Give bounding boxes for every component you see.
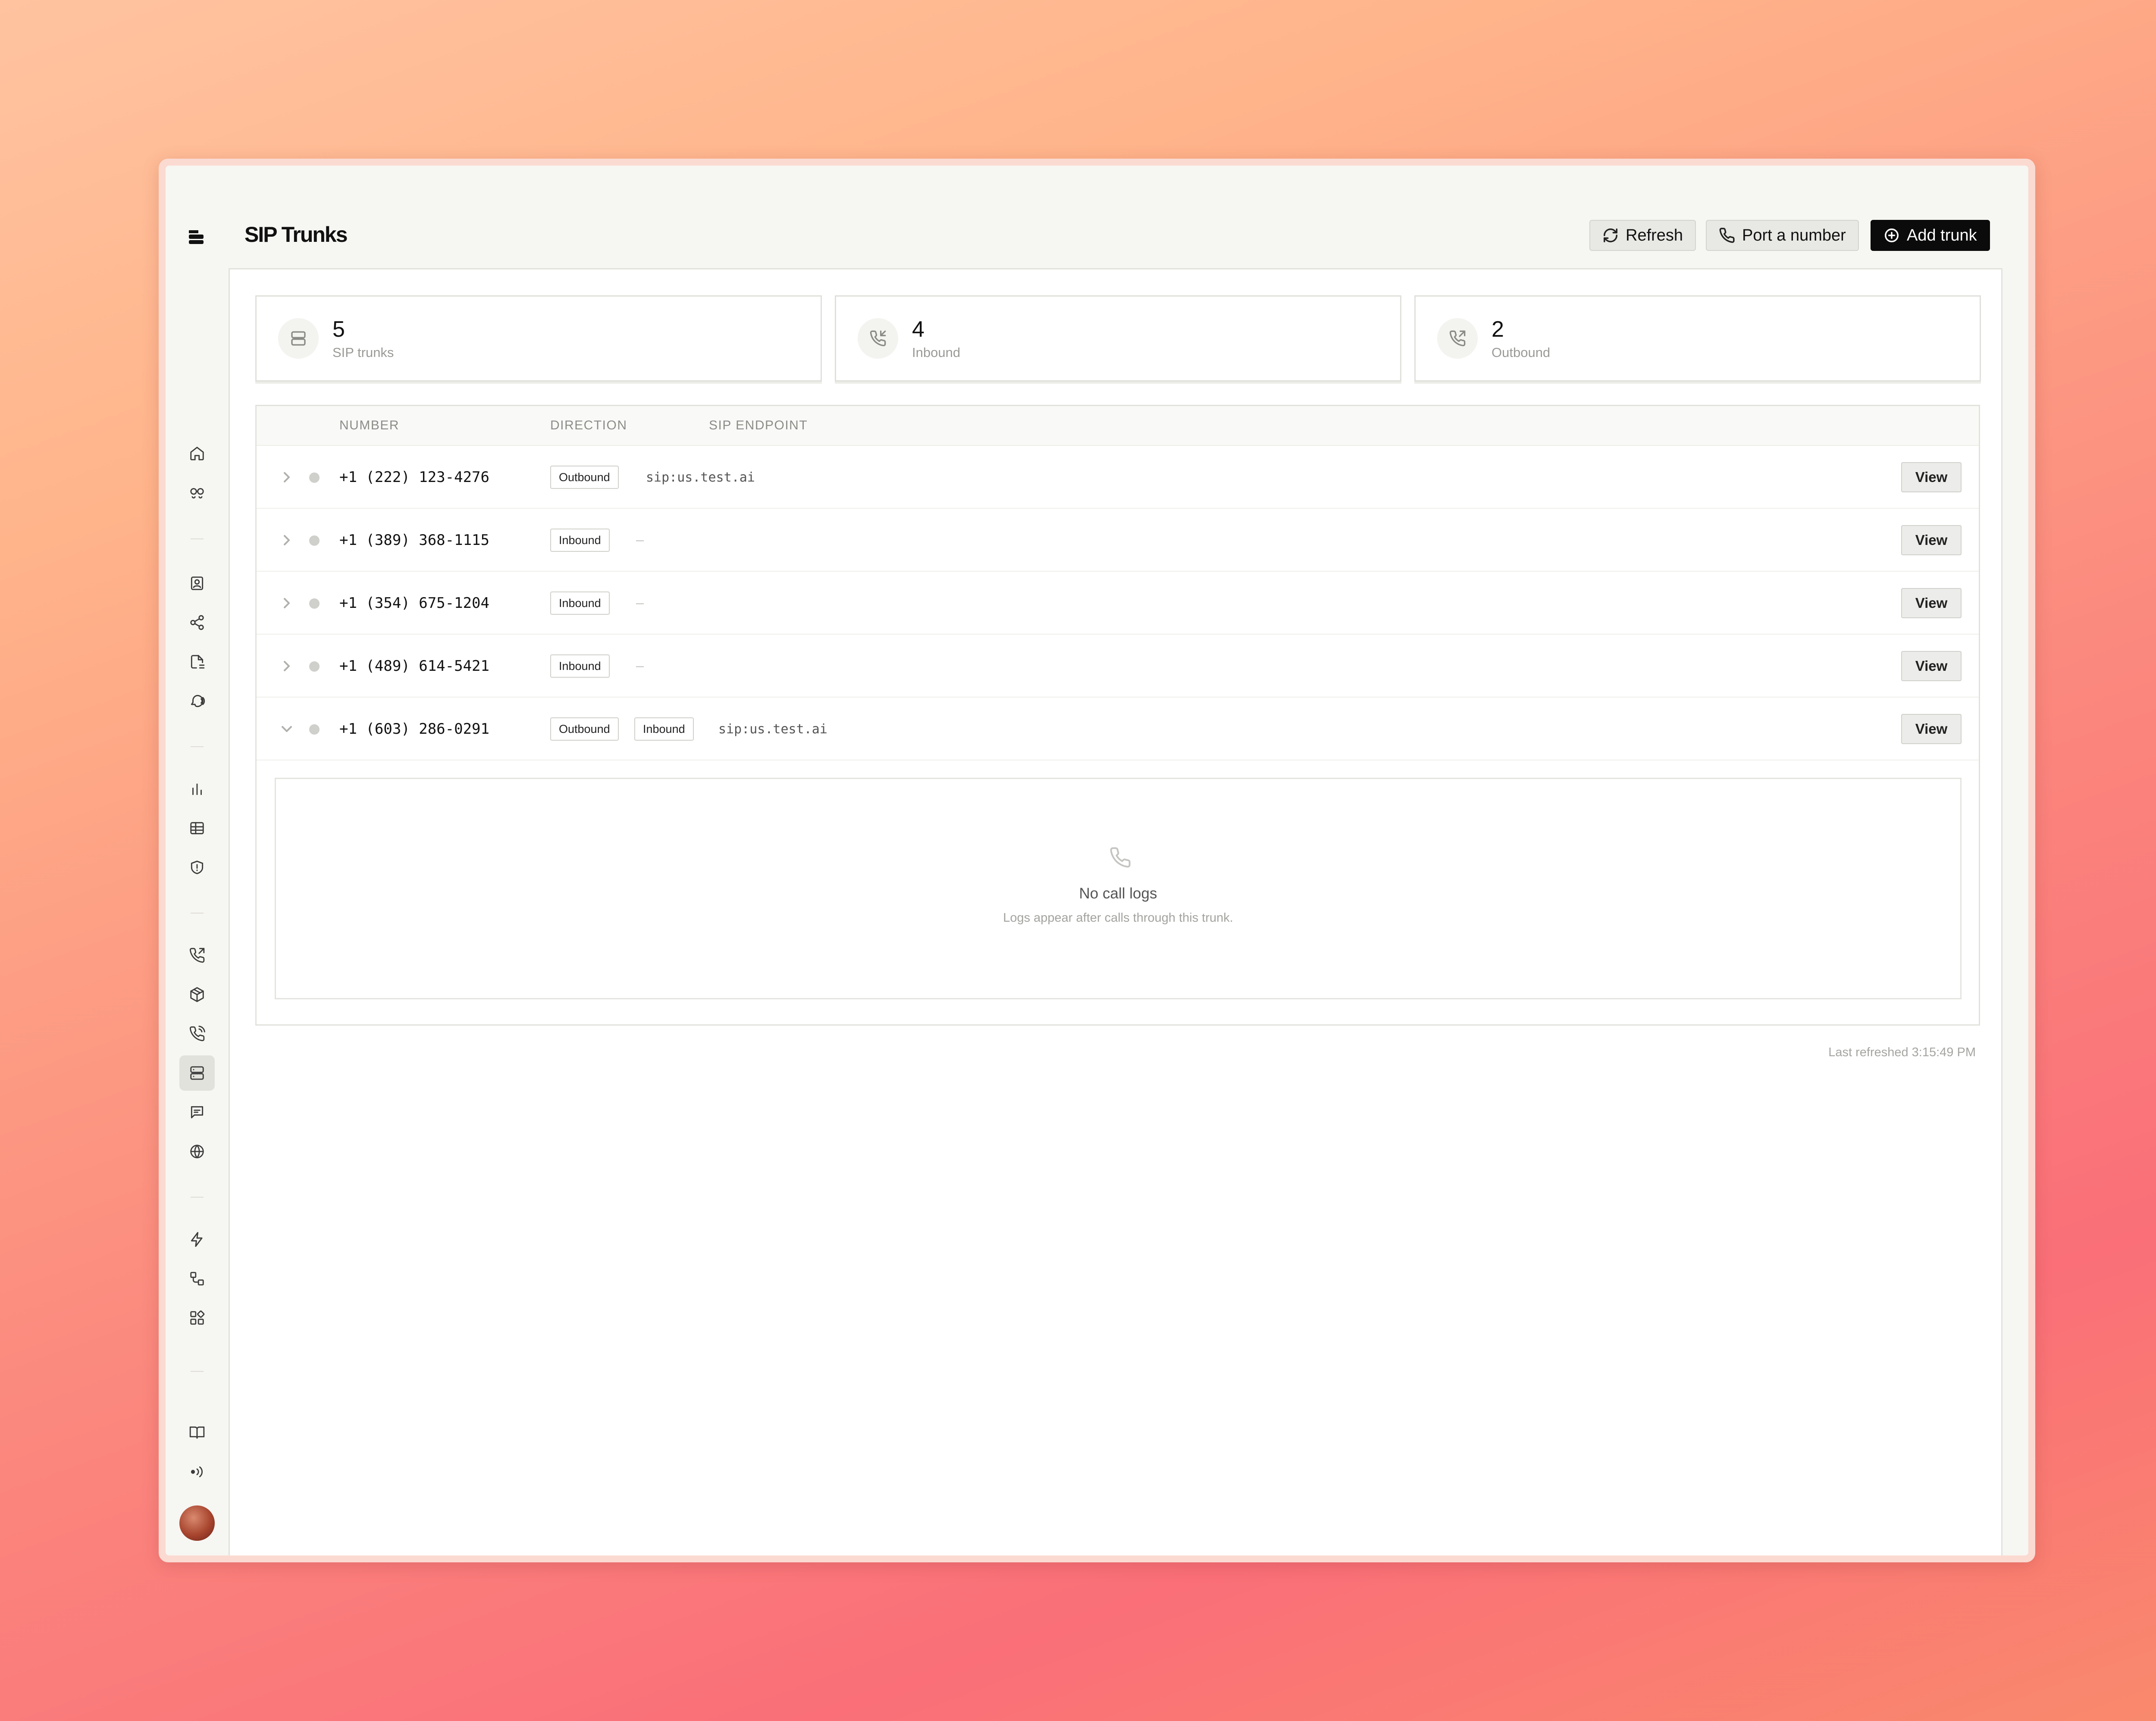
stat-card-inbound: 4 Inbound [835, 295, 1401, 382]
view-button[interactable]: View [1901, 651, 1962, 681]
table-header: NUMBER DIRECTION SIP ENDPOINT [257, 406, 1979, 446]
chevron-right-icon[interactable] [278, 595, 295, 612]
trunks-table: NUMBER DIRECTION SIP ENDPOINT +1 (222) 1… [255, 405, 1980, 1026]
phone-outgoing-icon [1437, 318, 1478, 359]
stat-value: 5 [332, 317, 345, 342]
phone-number: +1 (489) 614-5421 [339, 657, 489, 675]
refresh-icon [1604, 228, 1617, 243]
table-row[interactable]: +1 (354) 675-1204 Inbound — View [257, 572, 1979, 635]
refresh-label: Refresh [1626, 226, 1683, 244]
table-icon[interactable] [179, 810, 215, 846]
stat-value: 4 [912, 317, 924, 342]
app-window: SIP Trunks Refresh Port a number Add tru… [159, 159, 2035, 1562]
status-dot [309, 598, 320, 609]
view-button[interactable]: View [1901, 714, 1962, 744]
server-icon [278, 318, 319, 359]
app-frame: SIP Trunks Refresh Port a number Add tru… [166, 166, 2028, 1555]
direction-badge: Outbound [550, 466, 619, 489]
port-number-button[interactable]: Port a number [1706, 220, 1859, 251]
refresh-button[interactable]: Refresh [1589, 220, 1696, 251]
stat-label: Outbound [1492, 345, 1551, 360]
column-header-direction[interactable]: DIRECTION [550, 418, 627, 433]
stat-label: SIP trunks [332, 345, 394, 360]
stat-label: Inbound [912, 345, 961, 360]
phone-icon [1719, 228, 1735, 243]
phone-number: +1 (222) 123-4276 [339, 469, 489, 486]
broadcast-icon[interactable] [179, 1454, 215, 1489]
agents-icon[interactable] [179, 475, 215, 510]
direction-badge: Inbound [550, 654, 610, 678]
sidebar [166, 166, 229, 1555]
nav-divider [191, 746, 204, 747]
chevron-down-icon[interactable] [278, 720, 295, 738]
phone-icon [1109, 846, 1131, 869]
column-header-sip-endpoint[interactable]: SIP ENDPOINT [709, 418, 808, 433]
direction-badge: Inbound [550, 591, 610, 615]
empty-state-subtitle: Logs appear after calls through this tru… [1003, 911, 1233, 925]
message-icon[interactable] [179, 1095, 215, 1130]
status-dot [309, 472, 320, 483]
docs-icon[interactable] [179, 1415, 215, 1450]
direction-badge: Outbound [550, 717, 619, 741]
status-dot [309, 724, 320, 735]
status-dot [309, 535, 320, 546]
nav-divider [191, 1197, 204, 1198]
table-row[interactable]: +1 (222) 123-4276 Outbound sip:us.test.a… [257, 446, 1979, 509]
table-row[interactable]: +1 (389) 368-1115 Inbound — View [257, 509, 1979, 572]
chevron-right-icon[interactable] [278, 532, 295, 549]
view-button[interactable]: View [1901, 462, 1962, 492]
contacts-icon[interactable] [179, 566, 215, 601]
sip-endpoint: — [636, 596, 644, 611]
last-refreshed-text: Last refreshed 3:15:49 PM [1828, 1045, 1976, 1059]
view-button[interactable]: View [1901, 588, 1962, 618]
integrations-icon[interactable] [179, 1300, 215, 1336]
package-icon[interactable] [179, 977, 215, 1012]
call-logs-empty-state: No call logs Logs appear after calls thr… [275, 778, 1962, 999]
plus-circle-icon [1885, 228, 1899, 242]
phone-number: +1 (389) 368-1115 [339, 532, 489, 549]
share-icon[interactable] [179, 605, 215, 640]
stat-value: 2 [1492, 317, 1504, 342]
sip-endpoint: — [636, 659, 644, 674]
phone-outgoing-icon[interactable] [179, 938, 215, 973]
stat-card-outbound: 2 Outbound [1414, 295, 1981, 382]
page-title: SIP Trunks [244, 222, 348, 247]
shield-icon[interactable] [179, 850, 215, 885]
globe-icon[interactable] [179, 1134, 215, 1169]
avatar[interactable] [179, 1505, 215, 1541]
view-button[interactable]: View [1901, 525, 1962, 555]
sip-endpoint: sip:us.test.ai [718, 722, 827, 737]
sip-endpoint: — [636, 533, 644, 548]
voice-icon[interactable] [179, 683, 215, 719]
document-scan-icon[interactable] [179, 644, 215, 679]
phone-call-icon[interactable] [179, 1016, 215, 1051]
phone-incoming-icon [858, 318, 898, 359]
add-trunk-button[interactable]: Add trunk [1871, 220, 1990, 251]
lightning-icon[interactable] [179, 1222, 215, 1257]
empty-state-title: No call logs [1079, 885, 1157, 902]
direction-badge: Inbound [550, 529, 610, 552]
nav-divider [191, 1371, 204, 1372]
sip-trunk-icon[interactable] [179, 1055, 215, 1091]
content-panel: 5 SIP trunks 4 Inbound 2 Outbound NUMBER… [229, 268, 2002, 1555]
analytics-icon[interactable] [179, 771, 215, 807]
column-header-number[interactable]: NUMBER [339, 418, 399, 433]
table-row[interactable]: +1 (603) 286-0291 Outbound Inbound sip:u… [257, 698, 1979, 760]
stat-card-sip-trunks: 5 SIP trunks [255, 295, 822, 382]
nav-divider [191, 913, 204, 914]
table-row[interactable]: +1 (489) 614-5421 Inbound — View [257, 635, 1979, 698]
port-number-label: Port a number [1742, 226, 1846, 244]
sip-endpoint: sip:us.test.ai [646, 470, 755, 485]
status-dot [309, 661, 320, 672]
workflow-icon[interactable] [179, 1261, 215, 1296]
logo-icon[interactable] [187, 228, 206, 247]
chevron-right-icon[interactable] [278, 469, 295, 486]
chevron-right-icon[interactable] [278, 657, 295, 675]
phone-number: +1 (603) 286-0291 [339, 720, 489, 738]
nav-divider [191, 538, 204, 539]
phone-number: +1 (354) 675-1204 [339, 595, 489, 612]
direction-badge: Inbound [634, 717, 694, 741]
home-icon[interactable] [179, 436, 215, 471]
add-trunk-label: Add trunk [1907, 226, 1977, 244]
